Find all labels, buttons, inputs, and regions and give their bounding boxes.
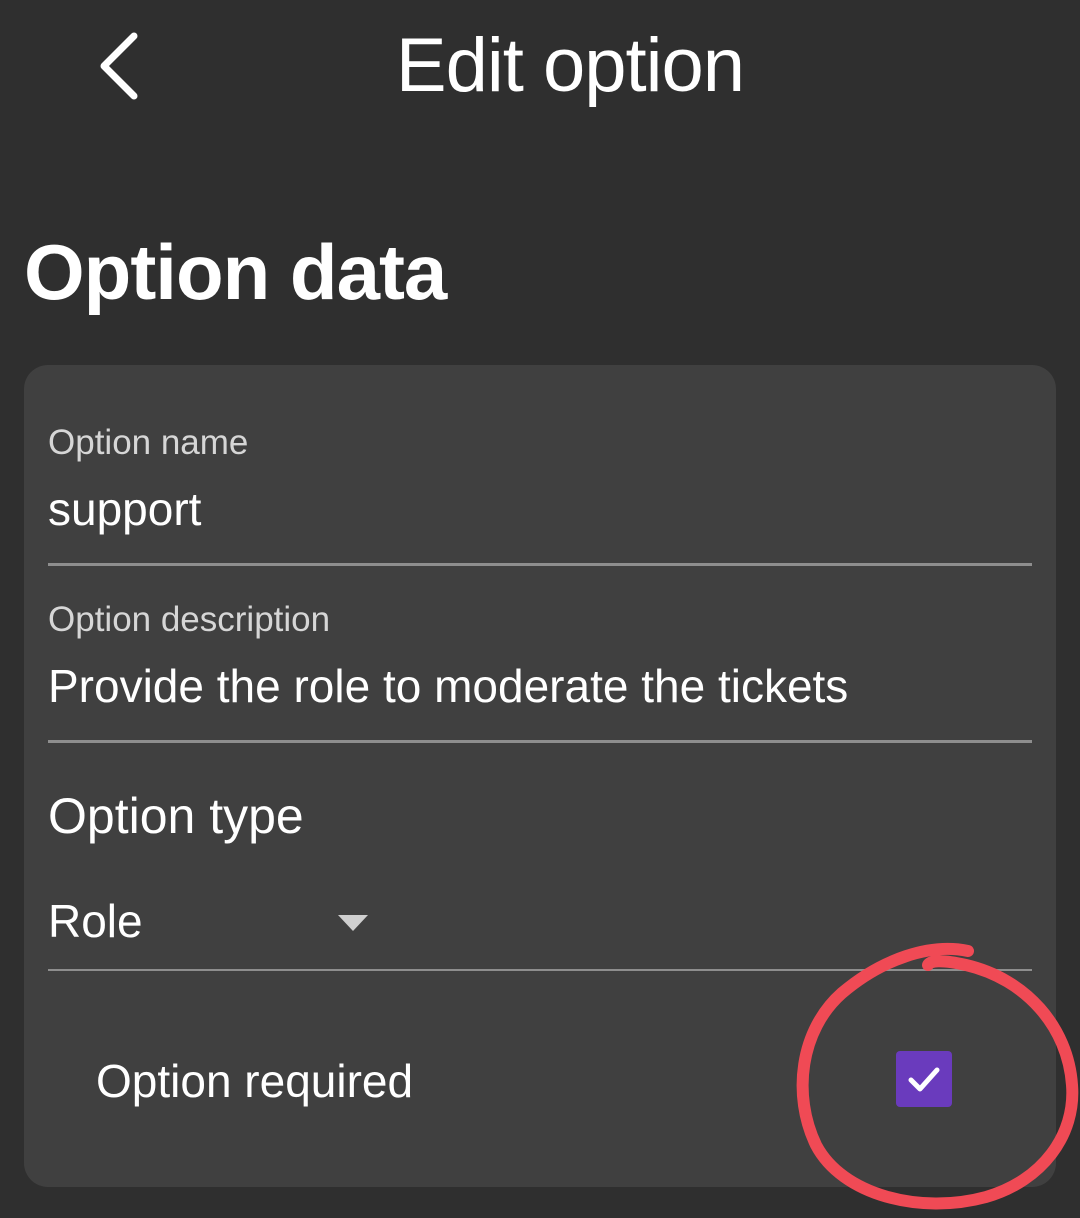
option-description-input[interactable]: Provide the role to moderate the tickets	[48, 658, 1032, 714]
caret-down-icon	[338, 915, 368, 931]
back-button[interactable]	[80, 22, 160, 110]
option-type-value: Role	[48, 895, 143, 947]
option-name-label: Option name	[48, 423, 249, 462]
option-type-label: Option type	[48, 788, 304, 844]
chevron-left-icon	[100, 32, 138, 100]
app-bar: Edit option	[0, 0, 1080, 140]
option-form-card: Option name support Option description P…	[24, 365, 1056, 1187]
page-title: Edit option	[395, 23, 745, 108]
option-description-label: Option description	[48, 600, 331, 639]
option-required-label: Option required	[96, 1055, 414, 1107]
option-name-field[interactable]: Option name support	[48, 423, 1032, 566]
option-required-row: Option required	[24, 1005, 1056, 1155]
option-description-field[interactable]: Option description Provide the role to m…	[48, 600, 1032, 743]
option-required-checkbox[interactable]	[896, 1051, 952, 1107]
check-icon	[908, 1067, 940, 1092]
section-title: Option data	[24, 228, 447, 316]
option-type-select[interactable]: Role	[48, 885, 1032, 971]
option-name-input[interactable]: support	[48, 481, 1032, 537]
